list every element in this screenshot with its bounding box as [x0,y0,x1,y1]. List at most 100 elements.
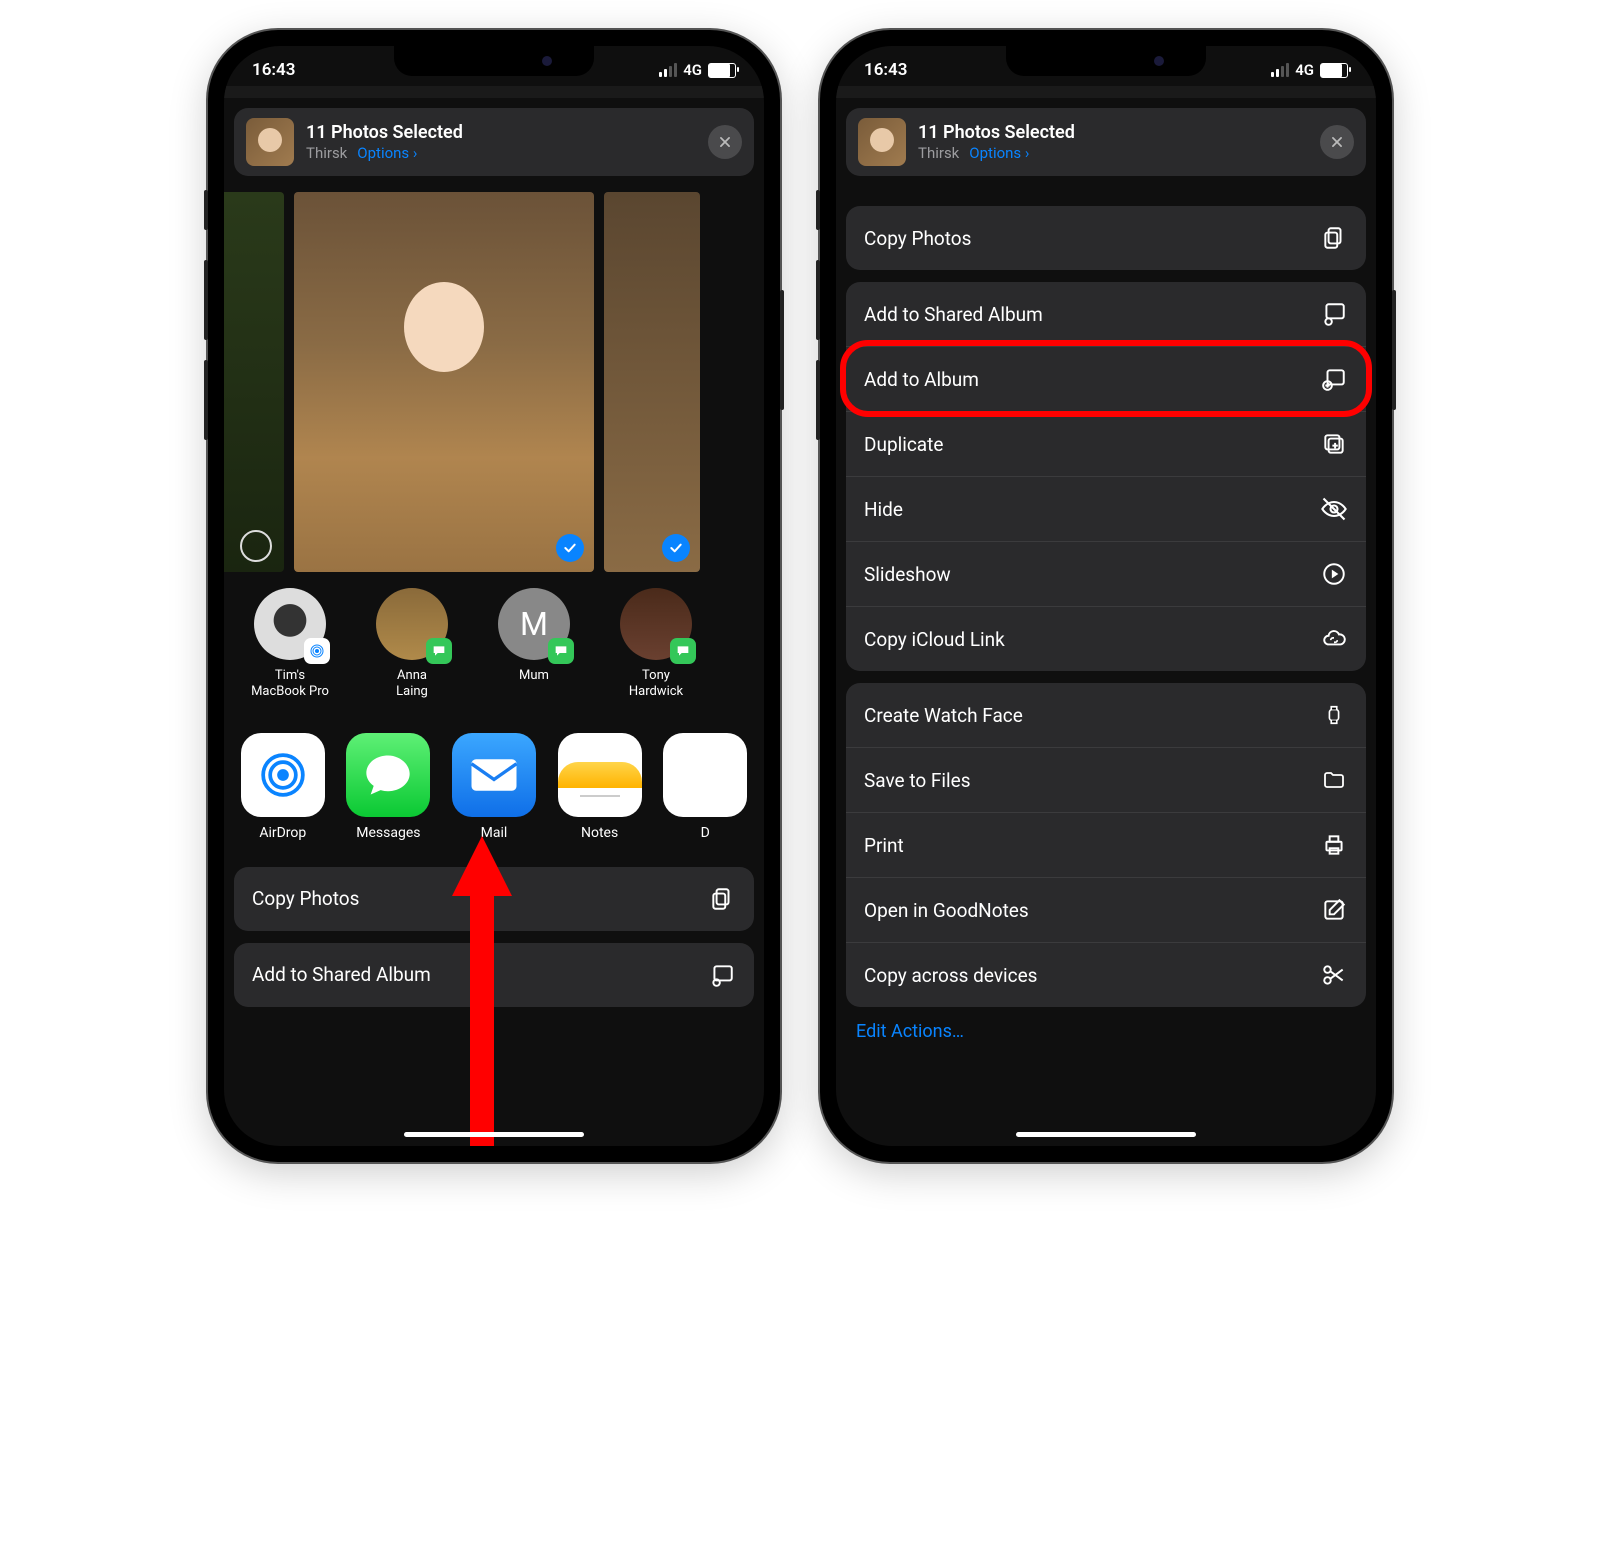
app-mail[interactable]: Mail [451,733,537,841]
app-label: Messages [356,825,420,841]
network-label: 4G [683,61,702,79]
contacts-row: Tim's MacBook Pro Anna Laing M Mum Tony … [224,588,764,709]
photo-thumb-3[interactable] [604,192,700,572]
airdrop-badge-icon [304,638,330,664]
copy-icon [1320,224,1348,252]
action-copy-photos[interactable]: Copy Photos [234,867,754,931]
header-thumb [858,118,906,166]
contact-tims-mac[interactable]: Tim's MacBook Pro [240,588,340,701]
photo-thumb-1[interactable] [224,192,284,572]
action-label: Open in GoodNotes [864,899,1029,922]
actions-container: Copy Photos Add to Shared Album Add to Alb… [846,206,1366,1007]
header-title: 11 Photos Selected [918,122,1308,144]
action-duplicate[interactable]: Duplicate [846,411,1366,476]
header-thumb [246,118,294,166]
edit-actions-link[interactable]: Edit Actions… [836,1007,1376,1056]
eye-slash-icon [1320,495,1348,523]
action-print[interactable]: Print [846,812,1366,877]
action-label: Copy Photos [864,227,971,250]
messages-badge-icon [670,638,696,664]
action-label: Save to Files [864,769,971,792]
signal-icon [1271,63,1289,77]
share-header: 11 Photos Selected Thirsk Options › [846,108,1366,176]
folder-icon [1320,766,1348,794]
action-label: Add to Shared Album [252,963,431,986]
options-link[interactable]: Options › [969,144,1029,162]
action-across[interactable]: Copy across devices [846,942,1366,1007]
contact-tony[interactable]: Tony Hardwick [606,588,706,701]
apps-row: AirDrop Messages Mail Notes [224,709,764,849]
action-label: Add to Shared Album [864,303,1043,326]
action-label: Copy iCloud Link [864,628,1005,651]
status-time: 16:43 [252,60,295,80]
copy-icon [708,885,736,913]
notes-icon [558,762,642,788]
action-label: Slideshow [864,563,951,586]
app-label: D [701,825,710,841]
action-goodnotes[interactable]: Open in GoodNotes [846,877,1366,942]
action-hide[interactable]: Hide [846,476,1366,541]
network-label: 4G [1295,61,1314,79]
shared-album-icon [1320,300,1348,328]
photo-thumb-2[interactable] [294,192,594,572]
action-add-shared-album[interactable]: Add to Shared Album [234,943,754,1007]
app-label: Mail [481,825,508,841]
messages-icon [362,749,414,801]
app-notes[interactable]: Notes [557,733,643,841]
action-icloud_link[interactable]: Copy iCloud Link [846,606,1366,671]
status-time: 16:43 [864,60,907,80]
messages-badge-icon [426,638,452,664]
action-add_album[interactable]: Add to Album [846,346,1366,411]
selection-circle-icon[interactable] [240,530,272,562]
action-label: Duplicate [864,433,943,456]
action-label: Print [864,834,904,857]
battery-icon [1320,63,1348,78]
contact-mum[interactable]: M Mum [484,588,584,701]
contact-label: Anna Laing [396,668,428,701]
action-label: Copy Photos [252,887,359,910]
contact-label: Tony Hardwick [629,668,683,701]
app-messages[interactable]: Messages [346,733,432,841]
header-location: Thirsk [306,144,347,162]
action-label: Copy across devices [864,964,1038,987]
album-icon [1320,365,1348,393]
link-cloud-icon [1320,625,1348,653]
close-button[interactable] [708,125,742,159]
contact-label: Tim's MacBook Pro [251,668,329,701]
action-copy_photos[interactable]: Copy Photos [846,206,1366,270]
compose-icon [1320,896,1348,924]
watch-icon [1320,701,1348,729]
close-button[interactable] [1320,125,1354,159]
app-label: Notes [581,825,618,841]
app-airdrop[interactable]: AirDrop [240,733,326,841]
home-indicator[interactable] [1016,1132,1196,1137]
header-title: 11 Photos Selected [306,122,696,144]
scissors-icon [1320,961,1348,989]
home-indicator[interactable] [404,1132,584,1137]
close-icon [718,135,732,149]
app-drive[interactable]: D [662,733,748,841]
phone-left: 16:43 4G 11 Photos Selected Thirsk Optio… [208,30,780,1162]
action-label: Add to Album [864,368,979,391]
action-slideshow[interactable]: Slideshow [846,541,1366,606]
action-add_shared[interactable]: Add to Shared Album [846,282,1366,346]
action-label: Hide [864,498,903,521]
close-icon [1330,135,1344,149]
action-save_files[interactable]: Save to Files [846,747,1366,812]
action-label: Create Watch Face [864,704,1023,727]
photo-strip[interactable] [224,176,764,588]
selected-check-icon [556,534,584,562]
action-watch_face[interactable]: Create Watch Face [846,683,1366,747]
printer-icon [1320,831,1348,859]
header-location: Thirsk [918,144,959,162]
shared-album-icon [708,961,736,989]
app-label: AirDrop [259,825,306,841]
airdrop-icon [255,747,311,803]
messages-badge-icon [548,638,574,664]
contact-anna[interactable]: Anna Laing [362,588,462,701]
duplicate-icon [1320,430,1348,458]
options-link[interactable]: Options › [357,144,417,162]
share-header: 11 Photos Selected Thirsk Options › [234,108,754,176]
phone-right: 16:43 4G 11 Photos Selected Thirsk Optio… [820,30,1392,1162]
mail-icon [467,748,521,802]
